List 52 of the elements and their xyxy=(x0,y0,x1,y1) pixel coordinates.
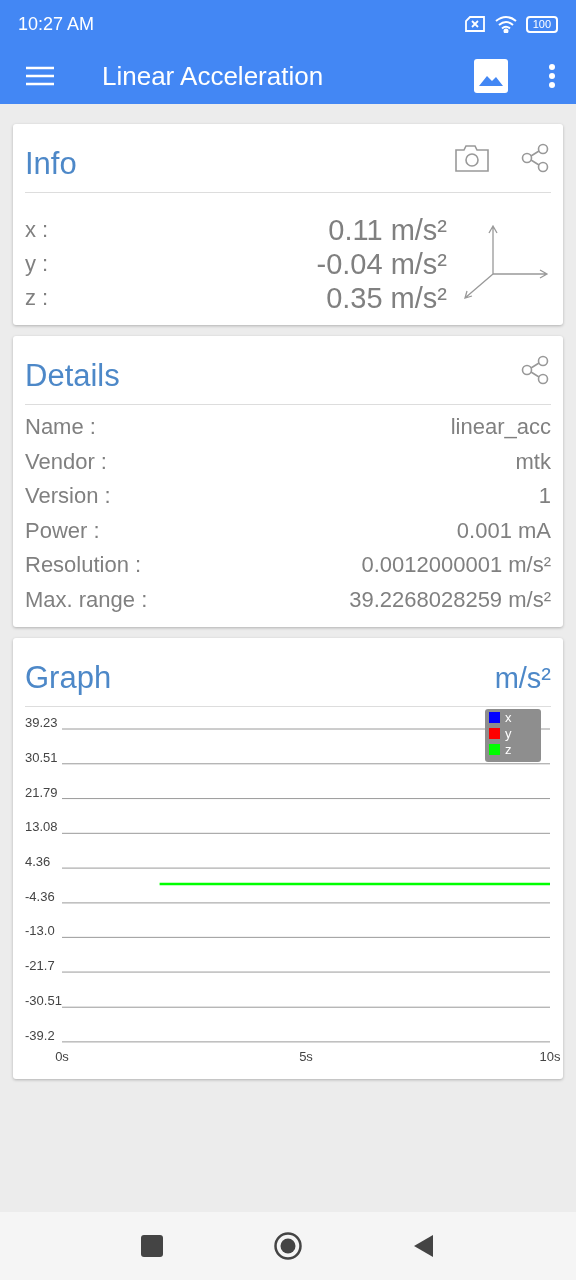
axis-tick-label: -13.0 xyxy=(25,923,55,939)
card-title: Info xyxy=(25,145,78,182)
detail-value: linear_acc xyxy=(450,413,551,441)
axis-tick-label: 30.51 xyxy=(25,749,58,765)
axis-tick-label: 21.79 xyxy=(25,784,58,800)
wifi-icon xyxy=(493,15,518,33)
axis-label: x : xyxy=(25,216,50,244)
detail-label: Name : xyxy=(25,413,96,441)
legend-label: z xyxy=(505,742,512,757)
recents-button[interactable] xyxy=(141,1235,163,1257)
card-title: Details xyxy=(25,357,121,394)
no-sim-icon xyxy=(463,16,486,32)
legend-label: y xyxy=(505,726,512,741)
axis-tick-label: 4.36 xyxy=(25,854,51,870)
detail-label: Max. range : xyxy=(25,585,148,614)
detail-value: 0.0012000001 m/s² xyxy=(361,551,551,579)
more-button[interactable] xyxy=(548,63,556,89)
share-button[interactable] xyxy=(519,142,551,174)
axis-tick-label: 39.23 xyxy=(25,715,58,730)
image-button[interactable] xyxy=(474,59,508,93)
app-title: Linear Acceleration xyxy=(102,60,325,92)
detail-label: Power : xyxy=(25,516,100,545)
axis-tick-label: 13.08 xyxy=(25,819,58,835)
share-button[interactable] xyxy=(519,354,551,386)
home-button[interactable] xyxy=(273,1231,303,1261)
axis-tick-label: -30.51 xyxy=(25,993,62,1009)
axis-tick-label: -21.7 xyxy=(25,958,55,974)
axis-tick-label: 10s xyxy=(539,1049,561,1064)
detail-value: 39.2268028259 m/s² xyxy=(349,585,551,614)
axis-tick-label: -39.2 xyxy=(25,1027,55,1043)
graph-unit: m/s² xyxy=(494,660,551,695)
status-time: 10:27 AM xyxy=(18,13,95,35)
camera-button[interactable] xyxy=(455,144,489,172)
detail-label: Resolution : xyxy=(25,551,142,579)
axis-label: y : xyxy=(25,250,50,278)
detail-label: Version : xyxy=(25,482,111,510)
axis-tick-label: 5s xyxy=(299,1049,313,1064)
battery-level: 100 xyxy=(525,15,558,33)
axis-label: z : xyxy=(25,284,50,312)
axis-tick-label: 0s xyxy=(55,1049,69,1064)
back-button[interactable] xyxy=(413,1234,435,1258)
card-title: Graph xyxy=(25,659,113,696)
detail-value: 1 xyxy=(538,482,551,510)
axis-tick-label: -4.36 xyxy=(25,888,55,904)
axis-value: 0.11 m/s² xyxy=(327,213,447,247)
axis-value: 0.35 m/s² xyxy=(325,281,447,315)
detail-value: mtk xyxy=(515,447,551,476)
detail-value: 0.001 mA xyxy=(456,516,551,545)
detail-label: Vendor : xyxy=(25,447,107,476)
legend-label: x xyxy=(505,710,512,725)
axis-value: -0.04 m/s² xyxy=(316,247,447,281)
menu-button[interactable] xyxy=(26,66,54,86)
